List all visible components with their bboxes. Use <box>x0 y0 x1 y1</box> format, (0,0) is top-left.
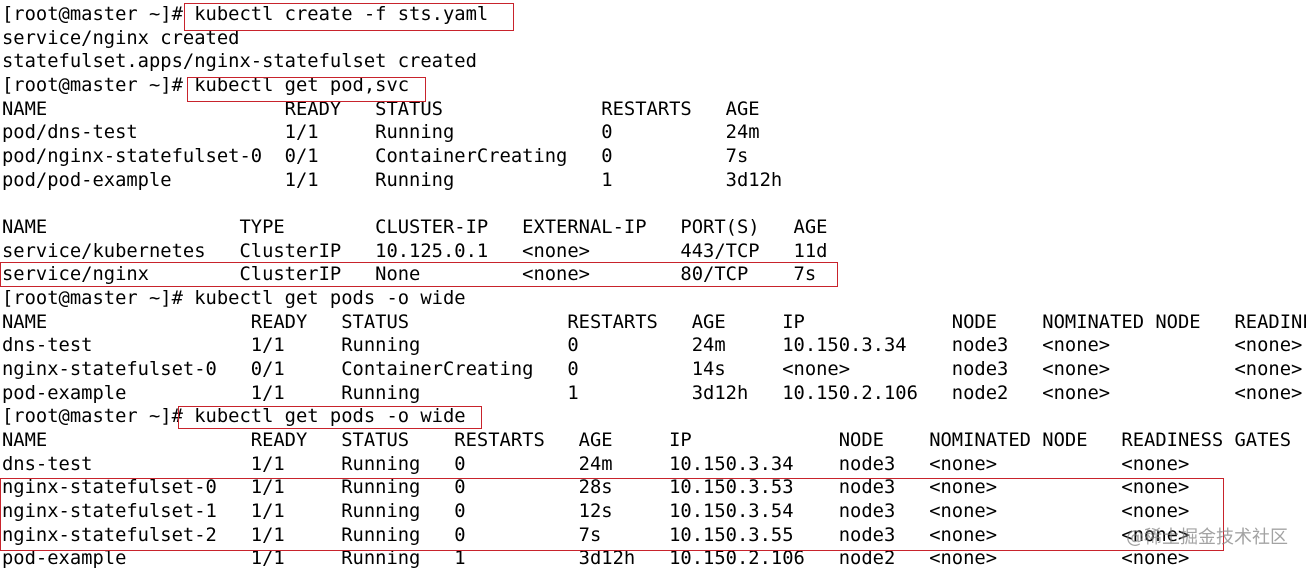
wide-table-row: nginx-statefulset-2 1/1 Running 0 7s 10.… <box>2 525 1190 546</box>
wide-table-row: dns-test 1/1 Running 0 24m 10.150.3.34 n… <box>2 335 1303 356</box>
wide-table-row: nginx-statefulset-0 0/1 ContainerCreatin… <box>2 359 1303 380</box>
output-line: service/nginx created <box>2 28 240 49</box>
watermark: @稀土掘金技术社区 <box>1126 527 1288 549</box>
wide-table-row: pod-example 1/1 Running 1 3d12h 10.150.2… <box>2 383 1303 404</box>
wide-table-header: NAME READY STATUS RESTARTS AGE IP NODE N… <box>2 312 1306 333</box>
prompt-line-create: [root@master ~]# kubectl create -f sts.y… <box>2 4 489 25</box>
wide-table-row: nginx-statefulset-1 1/1 Running 0 12s 10… <box>2 501 1190 522</box>
svc-table-row: service/kubernetes ClusterIP 10.125.0.1 … <box>2 241 828 262</box>
terminal-window[interactable]: [root@master ~]# kubectl create -f sts.y… <box>0 0 1306 569</box>
pod-table-row: pod/pod-example 1/1 Running 1 3d12h <box>2 170 783 191</box>
pod-table-row: pod/nginx-statefulset-0 0/1 ContainerCre… <box>2 146 749 167</box>
pod-table-header: NAME READY STATUS RESTARTS AGE <box>2 99 760 120</box>
wide-table-row: dns-test 1/1 Running 0 24m 10.150.3.34 n… <box>2 454 1190 475</box>
wide-table-row: pod-example 1/1 Running 1 3d12h 10.150.2… <box>2 548 1190 569</box>
prompt-line-get-wide-2: [root@master ~]# kubectl get pods -o wid… <box>2 406 466 427</box>
prompt-line-get-wide-1: [root@master ~]# kubectl get pods -o wid… <box>2 288 466 309</box>
prompt-line-get-pod-svc: [root@master ~]# kubectl get pod,svc <box>2 75 410 96</box>
svc-table-row-nginx: service/nginx ClusterIP None <none> 80/T… <box>2 264 817 285</box>
wide-table-row: nginx-statefulset-0 1/1 Running 0 28s 10… <box>2 477 1190 498</box>
svc-table-header: NAME TYPE CLUSTER-IP EXTERNAL-IP PORT(S)… <box>2 217 828 238</box>
pod-table-row: pod/dns-test 1/1 Running 0 24m <box>2 122 760 143</box>
output-line: statefulset.apps/nginx-statefulset creat… <box>2 51 477 72</box>
wide-table-header: NAME READY STATUS RESTARTS AGE IP NODE N… <box>2 430 1292 451</box>
